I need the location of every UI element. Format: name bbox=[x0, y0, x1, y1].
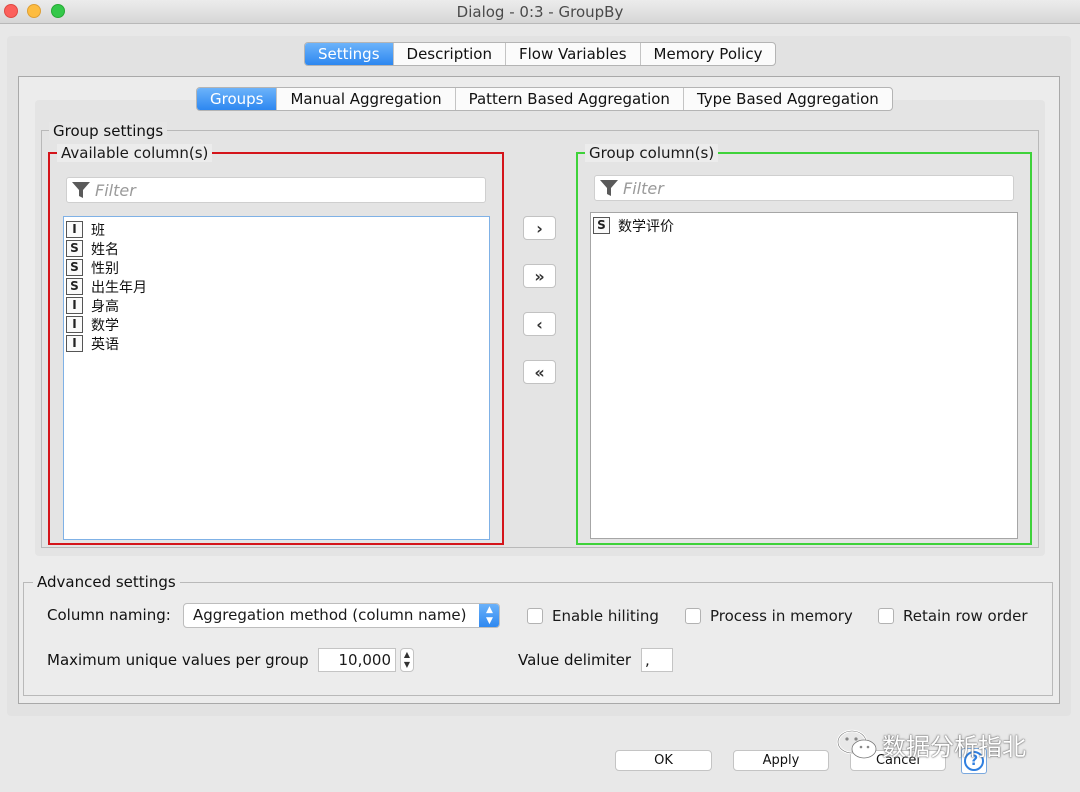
tab-groups[interactable]: Groups bbox=[197, 88, 278, 110]
column-name: 姓名 bbox=[91, 241, 119, 258]
column-naming-value: Aggregation method (column name) bbox=[193, 606, 467, 624]
process-in-memory-checkbox[interactable]: Process in memory bbox=[685, 607, 853, 625]
main-tabs: Settings Description Flow Variables Memo… bbox=[304, 42, 777, 66]
int-type-icon: I bbox=[66, 316, 83, 333]
retain-row-order-checkbox[interactable]: Retain row order bbox=[878, 607, 1028, 625]
watermark: 数据分析指北 bbox=[836, 727, 1026, 762]
list-item[interactable]: I 数学 bbox=[64, 315, 489, 334]
group-filter-input[interactable] bbox=[623, 177, 1003, 199]
available-columns-list[interactable]: I班 S 姓名 S 性别 S 出生年月 I 身高 I 数学 I 英语 bbox=[63, 216, 490, 540]
list-item[interactable]: S 性别 bbox=[64, 258, 489, 277]
filter-icon bbox=[72, 182, 90, 198]
list-item[interactable]: I 英语 bbox=[64, 334, 489, 353]
string-type-icon: S bbox=[66, 240, 83, 257]
process-in-memory-label: Process in memory bbox=[710, 607, 853, 625]
group-settings-legend: Group settings bbox=[49, 122, 168, 140]
retain-row-order-label: Retain row order bbox=[903, 607, 1028, 625]
add-column-button[interactable]: › bbox=[523, 216, 556, 240]
enable-hiliting-label: Enable hiliting bbox=[552, 607, 659, 625]
ok-button[interactable]: OK bbox=[615, 750, 712, 771]
max-unique-input[interactable]: 10,000 bbox=[318, 648, 396, 672]
apply-button[interactable]: Apply bbox=[733, 750, 829, 771]
column-naming-select[interactable]: Aggregation method (column name) ▲ ▼ bbox=[183, 603, 500, 628]
checkbox-box bbox=[685, 608, 701, 624]
column-name: 性别 bbox=[91, 260, 119, 277]
tab-settings[interactable]: Settings bbox=[305, 43, 394, 65]
available-filter bbox=[66, 177, 486, 203]
column-name: 出生年月 bbox=[91, 279, 147, 296]
string-type-icon: S bbox=[66, 259, 83, 276]
available-filter-input[interactable] bbox=[95, 179, 475, 201]
group-columns-list[interactable]: S 数学评价 bbox=[590, 212, 1018, 539]
list-item[interactable]: I班 bbox=[64, 220, 489, 239]
group-filter bbox=[594, 175, 1014, 201]
column-name: 数学 bbox=[91, 317, 119, 334]
group-columns-legend: Group column(s) bbox=[585, 144, 719, 162]
int-type-icon: I bbox=[66, 297, 83, 314]
tab-type-based-aggregation[interactable]: Type Based Aggregation bbox=[684, 88, 892, 110]
sub-tabs: Groups Manual Aggregation Pattern Based … bbox=[196, 87, 893, 111]
spinner-arrows-icon[interactable]: ▲ ▼ bbox=[400, 648, 414, 672]
list-item[interactable]: S 姓名 bbox=[64, 239, 489, 258]
int-type-icon: I bbox=[66, 221, 83, 238]
remove-all-columns-button[interactable]: « bbox=[523, 360, 556, 384]
tab-manual-aggregation[interactable]: Manual Aggregation bbox=[277, 88, 456, 110]
column-name: 英语 bbox=[91, 336, 119, 353]
tab-memory-policy[interactable]: Memory Policy bbox=[641, 43, 776, 65]
chevron-updown-icon: ▲ ▼ bbox=[479, 604, 499, 627]
column-name: 班 bbox=[91, 222, 105, 239]
column-name: 身高 bbox=[91, 298, 119, 315]
tab-description[interactable]: Description bbox=[394, 43, 506, 65]
list-item[interactable]: S 数学评价 bbox=[591, 216, 1017, 235]
remove-column-button[interactable]: ‹ bbox=[523, 312, 556, 336]
title-bar: Dialog - 0:3 - GroupBy bbox=[0, 0, 1080, 24]
value-delimiter-label: Value delimiter bbox=[518, 651, 632, 669]
list-item[interactable]: S 出生年月 bbox=[64, 277, 489, 296]
string-type-icon: S bbox=[593, 217, 610, 234]
column-naming-label: Column naming: bbox=[47, 606, 171, 624]
list-item[interactable]: I 身高 bbox=[64, 296, 489, 315]
advanced-settings-box bbox=[23, 582, 1053, 696]
string-type-icon: S bbox=[66, 278, 83, 295]
max-unique-label: Maximum unique values per group bbox=[47, 651, 309, 669]
checkbox-box bbox=[878, 608, 894, 624]
tab-flow-variables[interactable]: Flow Variables bbox=[506, 43, 641, 65]
wechat-icon bbox=[836, 729, 877, 758]
int-type-icon: I bbox=[66, 335, 83, 352]
checkbox-box bbox=[527, 608, 543, 624]
available-columns-legend: Available column(s) bbox=[57, 144, 213, 162]
value-delimiter-input[interactable]: , bbox=[641, 648, 673, 672]
advanced-settings-legend: Advanced settings bbox=[33, 573, 180, 591]
enable-hiliting-checkbox[interactable]: Enable hiliting bbox=[527, 607, 659, 625]
add-all-columns-button[interactable]: » bbox=[523, 264, 556, 288]
watermark-text: 数据分析指北 bbox=[882, 733, 1026, 761]
filter-icon bbox=[600, 180, 618, 196]
window-title: Dialog - 0:3 - GroupBy bbox=[456, 3, 624, 21]
tab-pattern-based-aggregation[interactable]: Pattern Based Aggregation bbox=[456, 88, 684, 110]
column-name: 数学评价 bbox=[618, 218, 674, 235]
